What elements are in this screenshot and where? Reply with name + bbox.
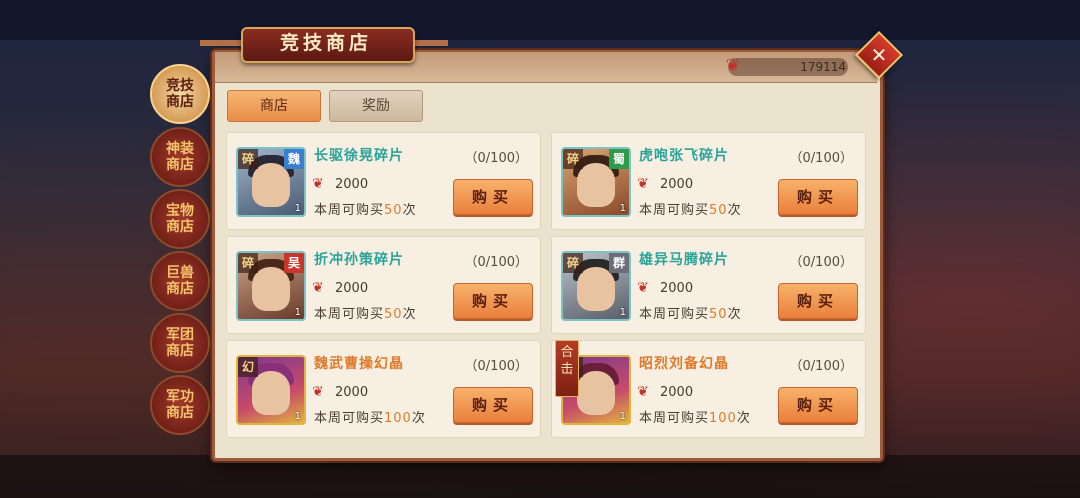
faction-badge: 群 <box>609 253 629 273</box>
shop-item-card: 碎 魏 1 长驱徐晃碎片 （0/100） ❦ 2000 本周可购买50次 购买 <box>226 132 541 230</box>
coin-scroll-icon: ❦ <box>725 55 741 76</box>
coin-scroll-icon: ❦ <box>312 176 324 192</box>
buy-button[interactable]: 购买 <box>778 387 858 423</box>
item-price: 2000 <box>335 281 369 296</box>
buy-button[interactable]: 购买 <box>453 283 533 319</box>
shop-item-card: 幻 1 昭烈刘备幻晶 （0/100） ❦ 2000 本周可购买100次 购买 <box>551 340 866 438</box>
item-name: 魏武曹操幻晶 <box>314 356 404 372</box>
weekly-limit: 本周可购买100次 <box>314 411 426 426</box>
hero-portrait[interactable]: 碎 吴 1 <box>236 251 306 321</box>
weekly-limit: 本周可购买50次 <box>639 203 742 218</box>
item-price: 2000 <box>660 385 694 400</box>
coin-scroll-icon: ❦ <box>637 280 649 296</box>
item-count: 1 <box>619 307 626 318</box>
faction-badge: 魏 <box>284 149 304 169</box>
item-price: 2000 <box>660 281 694 296</box>
crystal-tag: 幻 <box>238 357 258 377</box>
currency-value: 179114 <box>800 60 846 74</box>
faction-badge: 蜀 <box>609 149 629 169</box>
hero-portrait[interactable]: 碎 魏 1 <box>236 147 306 217</box>
purchase-limit: （0/100） <box>789 359 853 374</box>
purchase-limit: （0/100） <box>789 255 853 270</box>
buy-button[interactable]: 购买 <box>453 387 533 423</box>
shop-item-card: 幻 1 魏武曹操幻晶 （0/100） ❦ 2000 本周可购买100次 购买 <box>226 340 541 438</box>
sidebar-item-label: 军团商店 <box>166 327 194 359</box>
buy-button[interactable]: 购买 <box>453 179 533 215</box>
item-price: 2000 <box>335 177 369 192</box>
item-name: 雄异马腾碎片 <box>639 252 729 268</box>
sidebar-item-equipment-shop[interactable]: 神装商店 <box>150 127 210 187</box>
purchase-limit: （0/100） <box>464 151 528 166</box>
sidebar-item-label: 神装商店 <box>166 141 194 173</box>
tab-shop[interactable]: 商店 <box>227 90 321 122</box>
close-icon[interactable]: ✕ <box>862 38 896 72</box>
item-count: 1 <box>294 203 301 214</box>
purchase-limit: （0/100） <box>464 359 528 374</box>
sidebar-item-label: 宝物商店 <box>166 203 194 235</box>
fragment-tag: 碎 <box>238 253 258 273</box>
crystal-portrait[interactable]: 幻 1 <box>236 355 306 425</box>
fragment-tag: 碎 <box>563 149 583 169</box>
page-title: 竞技商店 <box>279 32 372 54</box>
buy-button[interactable]: 购买 <box>778 283 858 319</box>
hero-portrait[interactable]: 碎 群 1 <box>561 251 631 321</box>
purchase-limit: （0/100） <box>464 255 528 270</box>
combo-badge: 合击 <box>555 340 579 397</box>
shop-item-card: 碎 蜀 1 虎咆张飞碎片 （0/100） ❦ 2000 本周可购买50次 购买 <box>551 132 866 230</box>
item-price: 2000 <box>660 177 694 192</box>
item-count: 1 <box>294 307 301 318</box>
sidebar-item-arena-shop[interactable]: 竞技商店 <box>150 64 210 124</box>
weekly-limit: 本周可购买100次 <box>639 411 751 426</box>
sidebar-item-treasure-shop[interactable]: 宝物商店 <box>150 189 210 249</box>
coin-scroll-icon: ❦ <box>637 176 649 192</box>
weekly-limit: 本周可购买50次 <box>314 307 417 322</box>
sidebar-item-merit-shop[interactable]: 军功商店 <box>150 375 210 435</box>
item-count: 1 <box>619 411 626 422</box>
item-count: 1 <box>619 203 626 214</box>
background-bottom-bar <box>0 455 1080 498</box>
weekly-limit: 本周可购买50次 <box>314 203 417 218</box>
item-name: 长驱徐晃碎片 <box>314 148 404 164</box>
buy-button[interactable]: 购买 <box>778 179 858 215</box>
coin-scroll-icon: ❦ <box>312 280 324 296</box>
item-name: 昭烈刘备幻晶 <box>639 356 729 372</box>
item-count: 1 <box>294 411 301 422</box>
sidebar-item-label: 竞技商店 <box>166 78 194 110</box>
purchase-limit: （0/100） <box>789 151 853 166</box>
background-top-bar <box>0 0 1080 40</box>
faction-badge: 吴 <box>284 253 304 273</box>
sidebar-item-legion-shop[interactable]: 军团商店 <box>150 313 210 373</box>
shop-item-card: 碎 群 1 雄异马腾碎片 （0/100） ❦ 2000 本周可购买50次 购买 <box>551 236 866 334</box>
sidebar-item-label: 巨兽商店 <box>166 265 194 297</box>
sidebar-item-beast-shop[interactable]: 巨兽商店 <box>150 251 210 311</box>
item-price: 2000 <box>335 385 369 400</box>
weekly-limit: 本周可购买50次 <box>639 307 742 322</box>
coin-scroll-icon: ❦ <box>637 384 649 400</box>
fragment-tag: 碎 <box>563 253 583 273</box>
fragment-tag: 碎 <box>238 149 258 169</box>
item-name: 折冲孙策碎片 <box>314 252 404 268</box>
tab-rewards[interactable]: 奖励 <box>329 90 423 122</box>
hero-portrait[interactable]: 碎 蜀 1 <box>561 147 631 217</box>
coin-scroll-icon: ❦ <box>312 384 324 400</box>
shop-item-card: 碎 吴 1 折冲孙策碎片 （0/100） ❦ 2000 本周可购买50次 购买 <box>226 236 541 334</box>
sidebar-item-label: 军功商店 <box>166 389 194 421</box>
item-name: 虎咆张飞碎片 <box>639 148 729 164</box>
title-wing-left <box>200 40 244 46</box>
